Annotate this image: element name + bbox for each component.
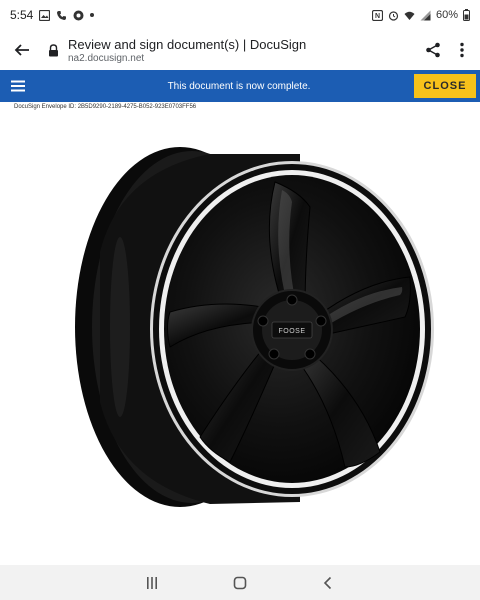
status-time: 5:54 <box>10 8 34 22</box>
page-url: na2.docusign.net <box>68 52 145 64</box>
wheel-image: FOOSE <box>75 147 434 507</box>
wifi-icon <box>404 11 415 20</box>
home-button[interactable] <box>220 568 260 598</box>
circle-app-icon <box>73 10 84 20</box>
android-nav-bar <box>0 565 480 600</box>
wifi-call-icon <box>57 10 67 20</box>
document-viewer[interactable]: DocuSign Envelope ID: 2B5D9290-2189-4275… <box>0 102 480 562</box>
more-vert-icon <box>460 42 464 58</box>
back-nav-button[interactable] <box>308 568 348 598</box>
envelope-id: DocuSign Envelope ID: 2B5D9290-2189-4275… <box>14 104 197 110</box>
status-left: 5:54 <box>10 8 95 22</box>
close-button[interactable]: CLOSE <box>414 74 476 98</box>
recent-apps-button[interactable] <box>132 568 172 598</box>
svg-text:N: N <box>375 13 380 20</box>
back-button[interactable] <box>4 32 40 68</box>
home-icon <box>233 576 247 589</box>
more-options-button[interactable] <box>448 32 476 68</box>
status-bar: 5:54 N 60% <box>0 0 480 30</box>
hamburger-menu-button[interactable] <box>0 70 36 102</box>
back-icon <box>323 576 332 589</box>
share-button[interactable] <box>418 32 448 68</box>
battery-percent: 60% <box>435 9 458 21</box>
battery-icon <box>463 9 470 21</box>
nfc-icon: N <box>371 9 383 21</box>
alarm-icon <box>388 10 399 21</box>
status-right: N 60% <box>371 9 470 21</box>
dot-icon <box>90 13 95 17</box>
signal-icon <box>420 10 431 20</box>
gallery-icon <box>39 9 51 21</box>
completion-banner: This document is now complete. CLOSE <box>0 70 480 102</box>
page-title: Review and sign document(s) | DocuSign <box>68 36 307 52</box>
recent-apps-icon <box>147 576 157 589</box>
hamburger-icon <box>11 80 25 92</box>
browser-toolbar: Review and sign document(s) | DocuSign n… <box>0 30 480 70</box>
url-block[interactable]: Review and sign document(s) | DocuSign n… <box>68 37 418 64</box>
completion-message: This document is now complete. <box>167 80 311 92</box>
wheel-logo: FOOSE <box>278 328 305 335</box>
lock-icon[interactable] <box>46 43 60 57</box>
back-arrow-icon <box>14 44 29 56</box>
share-icon <box>426 42 440 58</box>
